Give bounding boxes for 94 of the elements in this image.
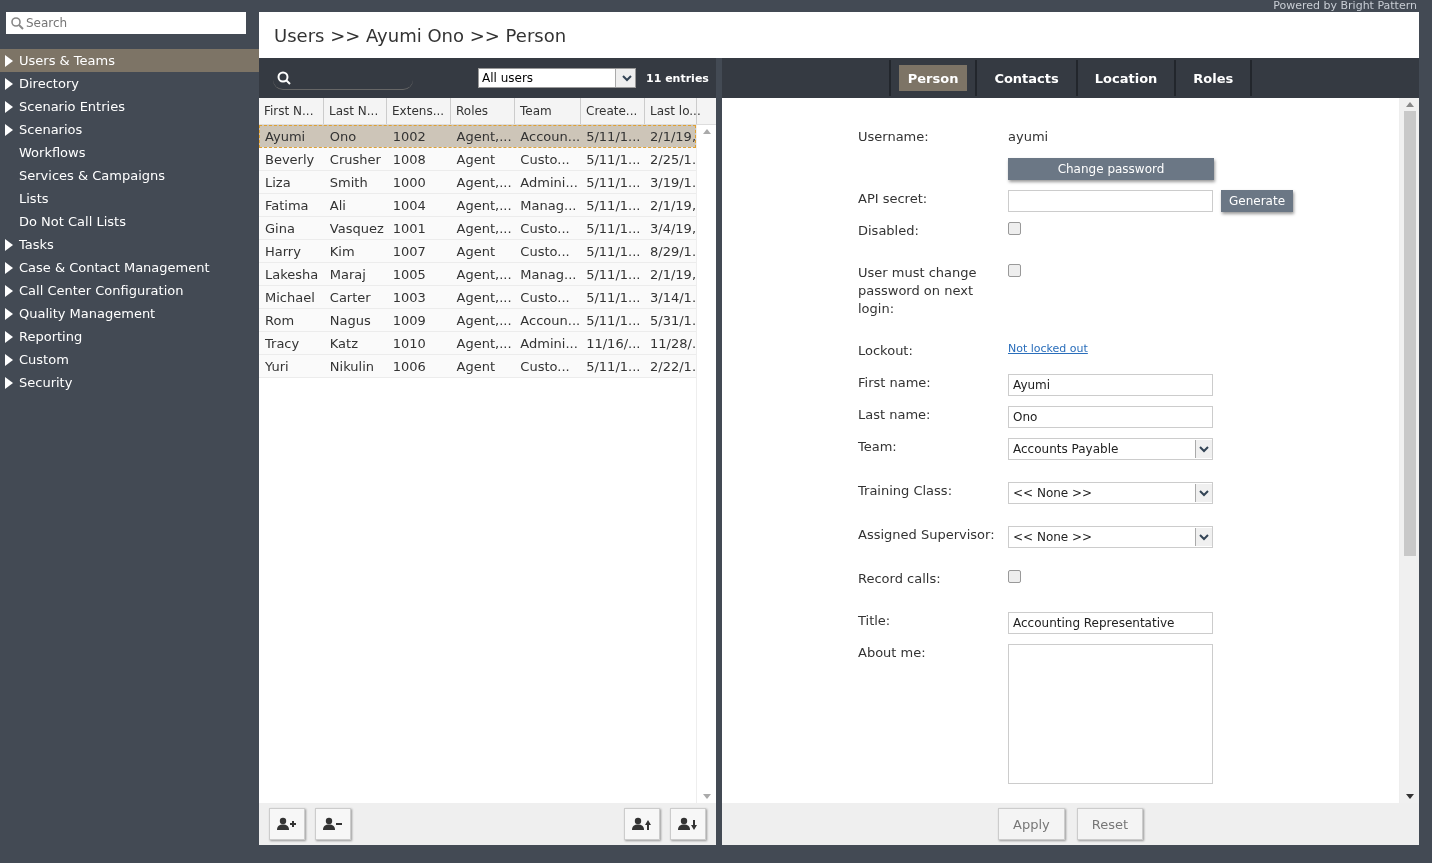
column-header[interactable]: Last N... (324, 98, 387, 124)
entries-count: 11 entries (646, 71, 709, 85)
expand-arrow-icon[interactable] (5, 238, 13, 251)
action-button[interactable]: Reset (1076, 808, 1143, 840)
search-icon (11, 17, 24, 30)
expand-arrow-icon[interactable] (5, 284, 13, 297)
user-filter-dropdown[interactable]: All users (478, 68, 636, 88)
sidebar-item[interactable]: Custom (0, 348, 259, 371)
import-users-button[interactable] (624, 808, 660, 840)
breadcrumb: Users >> Ayumi Ono >> Person (274, 24, 567, 46)
user-row[interactable]: Fatima Ali 1004 Agent,... Manag... 5/11/1... 2/1/19, (259, 194, 696, 217)
username-value: ayumi (1008, 128, 1049, 146)
dropdown-field[interactable]: << None >> (1008, 526, 1213, 548)
user-row[interactable]: Lakesha Maraj 1005 Agent,... Manag... 5/11/1... 2/1/19, (259, 263, 696, 286)
dropdown-field[interactable]: Accounts Payable (1008, 438, 1213, 460)
expand-arrow-icon[interactable] (5, 307, 13, 320)
text-field[interactable] (1008, 190, 1213, 212)
person-plus-icon (277, 817, 297, 831)
sidebar-item[interactable]: Scenarios (0, 118, 259, 141)
column-header[interactable]: Roles (451, 98, 515, 124)
user-row[interactable]: Liza Smith 1000 Agent,... Admini... 5/11/1... 3/19/1. (259, 171, 696, 194)
remove-user-button[interactable] (315, 808, 351, 840)
expand-arrow-icon[interactable] (5, 353, 13, 366)
column-header[interactable]: Team (515, 98, 581, 124)
column-header[interactable]: Create... (581, 98, 645, 124)
sidebar-item[interactable]: Users & Teams (0, 49, 259, 72)
powered-by-text: Powered by Bright Pattern (1273, 0, 1417, 12)
user-row[interactable]: Tracy Katz 1010 Agent,... Admini... 11/16/... 11/28/. (259, 332, 696, 355)
field-label: Record calls: (858, 571, 941, 586)
checkbox[interactable] (1008, 570, 1021, 583)
column-header[interactable]: First N... (259, 98, 324, 124)
search-icon (277, 70, 291, 85)
sidebar-item[interactable]: Lists (0, 187, 259, 210)
checkbox[interactable] (1008, 264, 1021, 277)
sidebar-item[interactable]: Scenario Entries (0, 95, 259, 118)
tab[interactable]: Location (1085, 65, 1167, 91)
dropdown-field[interactable]: << None >> (1008, 482, 1213, 504)
generate-button[interactable]: Generate (1221, 190, 1294, 212)
search-field[interactable]: Search (6, 12, 246, 34)
field-label: Training Class: (858, 483, 952, 498)
text-field[interactable]: Ono (1008, 406, 1213, 428)
field-label: About me: (858, 645, 926, 660)
expand-arrow-icon[interactable] (5, 330, 13, 343)
person-up-arrow-icon (632, 817, 652, 831)
field-label: Title: (858, 613, 891, 628)
scroll-down-icon[interactable] (1405, 794, 1414, 799)
user-row[interactable]: Michael Carter 1003 Agent,... Custo... 5/11/1... 3/14/1. (259, 286, 696, 309)
sidebar-item[interactable]: Tasks (0, 233, 259, 256)
person-minus-icon (323, 817, 343, 831)
field-label: Assigned Supervisor: (858, 527, 995, 542)
expand-arrow-icon[interactable] (5, 77, 13, 90)
tab[interactable]: Person (898, 65, 968, 91)
text-field[interactable]: Ayumi (1008, 374, 1213, 396)
user-row[interactable]: Rom Nagus 1009 Agent,... Accoun... 5/11/1... 5/31/1. (259, 309, 696, 332)
field-label: Disabled: (858, 223, 919, 238)
sidebar-item[interactable]: Workflows (0, 141, 259, 164)
user-row[interactable]: Beverly Crusher 1008 Agent Custo... 5/11/1... 2/25/1. (259, 148, 696, 171)
add-user-button[interactable] (269, 808, 305, 840)
expand-arrow-icon[interactable] (5, 54, 13, 67)
field-label: User must change password on next login: (858, 265, 977, 316)
sidebar-item[interactable]: Services & Campaigns (0, 164, 259, 187)
field-label: Team: (858, 439, 897, 454)
change-password-button[interactable]: Change password (1008, 158, 1214, 180)
action-button[interactable]: Apply (998, 808, 1065, 840)
lockout-link[interactable]: Not locked out (1008, 342, 1088, 355)
expand-arrow-icon[interactable] (5, 376, 13, 389)
sidebar-item[interactable]: Security (0, 371, 259, 394)
sidebar-item[interactable]: Reporting (0, 325, 259, 348)
expand-arrow-icon[interactable] (5, 123, 13, 136)
field-label: Username: (858, 129, 929, 144)
column-header[interactable]: Extens... (387, 98, 451, 124)
person-down-arrow-icon (678, 817, 698, 831)
tab[interactable]: Contacts (985, 65, 1068, 91)
field-label: Last name: (858, 407, 931, 422)
tab[interactable]: Roles (1184, 65, 1243, 91)
sidebar-item[interactable]: Directory (0, 72, 259, 95)
user-row[interactable]: Gina Vasquez 1001 Agent,... Custo... 5/11/1... 3/4/19, (259, 217, 696, 240)
sidebar-item[interactable]: Call Center Configuration (0, 279, 259, 302)
checkbox[interactable] (1008, 222, 1021, 235)
sidebar-item[interactable]: Quality Management (0, 302, 259, 325)
text-field[interactable]: Accounting Representative (1008, 612, 1213, 634)
user-row[interactable]: Ayumi Ono 1002 Agent,... Accoun... 5/11/1... 2/1/19, (259, 125, 696, 148)
sidebar-item[interactable]: Case & Contact Management (0, 256, 259, 279)
field-label: First name: (858, 375, 931, 390)
user-row[interactable]: Harry Kim 1007 Agent Custo... 5/11/1... 8/29/1. (259, 240, 696, 263)
field-label: Lockout: (858, 343, 913, 358)
sidebar-item[interactable]: Do Not Call Lists (0, 210, 259, 233)
field-label: API secret: (858, 191, 928, 206)
export-users-button[interactable] (670, 808, 706, 840)
user-row[interactable]: Yuri Nikulin 1006 Agent Custo... 5/11/1... 2/22/1. (259, 355, 696, 378)
expand-arrow-icon[interactable] (5, 261, 13, 274)
expand-arrow-icon[interactable] (5, 100, 13, 113)
scrollbar-thumb[interactable] (1403, 111, 1416, 556)
scroll-up-icon[interactable] (1405, 102, 1414, 107)
